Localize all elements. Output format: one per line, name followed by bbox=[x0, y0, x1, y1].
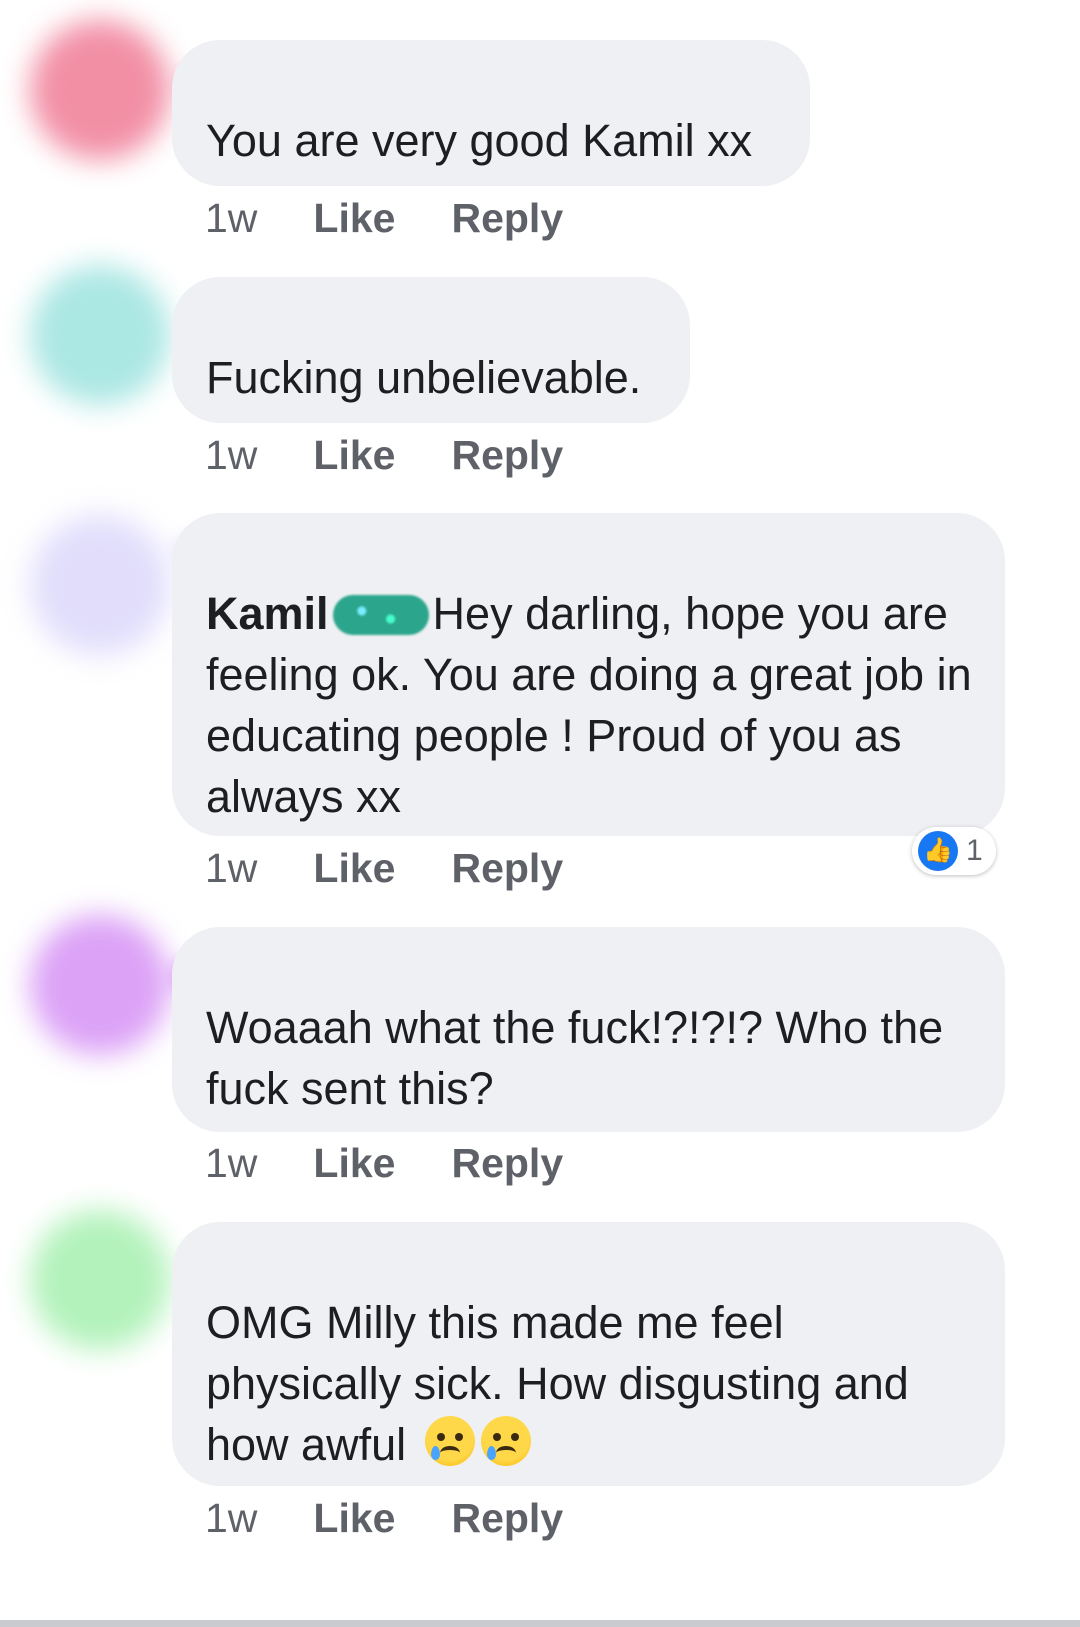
reply-button[interactable]: Reply bbox=[451, 432, 563, 479]
comment-actions: 1w Like Reply bbox=[205, 845, 619, 892]
avatar[interactable] bbox=[30, 515, 170, 655]
comment-time: 1w bbox=[205, 1495, 258, 1541]
comment-text: Fucking unbelievable. bbox=[206, 352, 642, 403]
avatar[interactable] bbox=[30, 265, 170, 405]
avatar[interactable] bbox=[30, 915, 170, 1055]
comment-body: OMG Milly this made me feel physically s… bbox=[206, 1297, 909, 1470]
comment-actions: 1w Like Reply bbox=[205, 195, 619, 242]
comment-text: You are very good Kamil xx bbox=[206, 115, 753, 166]
reply-button[interactable]: Reply bbox=[451, 195, 563, 242]
reply-button[interactable]: Reply bbox=[451, 1140, 563, 1187]
crying-face-icon bbox=[424, 1416, 475, 1466]
comment-time: 1w bbox=[205, 432, 258, 478]
comment-text: Woaaah what the fuck!?!?!? Who the fuck … bbox=[206, 1002, 944, 1114]
reply-button[interactable]: Reply bbox=[451, 845, 563, 892]
comment-bubble: You are very good Kamil xx bbox=[172, 40, 810, 186]
comment-time: 1w bbox=[205, 195, 258, 241]
comment-text: OMG Milly this made me feel physically s… bbox=[206, 1292, 975, 1475]
like-button[interactable]: Like bbox=[313, 1495, 395, 1542]
crying-face-icon bbox=[480, 1416, 531, 1466]
like-button[interactable]: Like bbox=[313, 195, 395, 242]
comment-actions: 1w Like Reply bbox=[205, 1140, 619, 1187]
comment-time: 1w bbox=[205, 1140, 258, 1186]
like-button[interactable]: Like bbox=[313, 845, 395, 892]
comment-bubble: Kamil Hey darling, hope you are feeling o… bbox=[172, 513, 1005, 836]
reply-button[interactable]: Reply bbox=[451, 1495, 563, 1542]
redacted-mention bbox=[332, 595, 429, 635]
reaction-count: 1 bbox=[966, 834, 983, 867]
divider bbox=[0, 1620, 1080, 1627]
reaction-summary[interactable]: 👍 1 bbox=[912, 827, 996, 875]
comment-bubble: OMG Milly this made me feel physically s… bbox=[172, 1222, 1005, 1486]
like-button[interactable]: Like bbox=[313, 432, 395, 479]
comment-actions: 1w Like Reply bbox=[205, 432, 619, 479]
comment-time: 1w bbox=[205, 845, 258, 891]
comment-text: Kamil Hey darling, hope you are feeling o… bbox=[206, 583, 975, 827]
mention-tag[interactable]: Kamil bbox=[206, 588, 329, 639]
avatar[interactable] bbox=[30, 20, 170, 160]
comment-bubble: Fucking unbelievable. bbox=[172, 277, 690, 423]
avatar[interactable] bbox=[30, 1210, 170, 1350]
thumbs-up-icon: 👍 bbox=[918, 831, 958, 871]
comment-actions: 1w Like Reply bbox=[205, 1495, 619, 1542]
comment-bubble: Woaaah what the fuck!?!?!? Who the fuck … bbox=[172, 927, 1005, 1132]
like-button[interactable]: Like bbox=[313, 1140, 395, 1187]
